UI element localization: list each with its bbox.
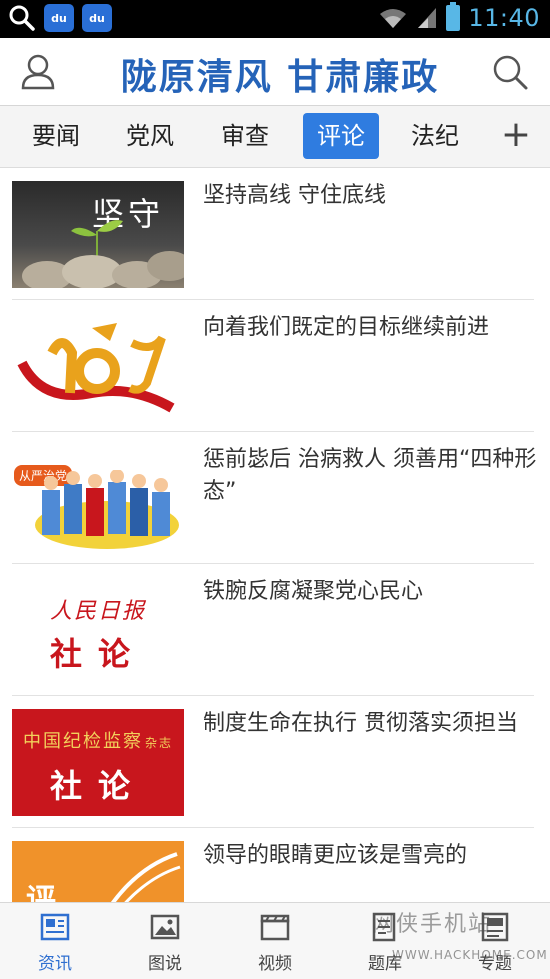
news-icon xyxy=(40,913,70,941)
app-title: 陇原清风 甘肃廉政 xyxy=(120,56,440,98)
list-item[interactable]: 10 向着我们既定的目标继续前进 xyxy=(0,300,550,432)
news-title: 惩前毖后 治病救人 须善用“四种形态” xyxy=(203,447,537,504)
watermark-url: WWW.HACKHOME.COM xyxy=(392,948,548,962)
add-tab-button[interactable]: + xyxy=(498,116,534,156)
brush-stroke-icon xyxy=(110,852,181,902)
sprout-icon xyxy=(71,220,123,257)
anniversary-logo xyxy=(17,323,175,413)
news-title: 制度生命在执行 贯彻落实须担当 xyxy=(203,711,518,736)
list-item[interactable]: 中国纪检监察 杂志 社论 制度生命在执行 贯彻落实须担当 xyxy=(0,696,550,828)
nav-item-pictures[interactable]: 图说 xyxy=(110,903,220,979)
nav-item-news[interactable]: 资讯 xyxy=(0,903,110,979)
signal-icon xyxy=(418,8,437,28)
app-header: 陇原清风 甘肃廉政 xyxy=(0,38,550,106)
news-title: 向着我们既定的目标继续前进 xyxy=(203,315,490,340)
nav-item-video[interactable]: 视频 xyxy=(220,903,330,979)
list-item[interactable]: 坚守 坚持高线 守住底线 xyxy=(0,168,550,300)
news-thumbnail: 从严治党 xyxy=(12,445,184,552)
baidu-paw-icon: du xyxy=(44,4,74,32)
news-title: 坚持高线 守住底线 xyxy=(203,183,386,208)
news-thumbnail: 人民日报 社论 xyxy=(12,577,184,684)
search-icon xyxy=(8,4,36,32)
wifi-icon xyxy=(380,9,407,28)
watermark: 网侠手机站 xyxy=(372,912,493,937)
tab-yaowen[interactable]: 要闻 xyxy=(18,113,94,159)
clock: 11:40 xyxy=(468,4,540,32)
thumbnail-text: 10 xyxy=(12,313,13,314)
baidu-paw-icon: du xyxy=(82,4,112,32)
picture-icon xyxy=(150,914,180,940)
tab-shencha[interactable]: 审查 xyxy=(207,113,283,159)
user-icon[interactable] xyxy=(18,52,58,92)
news-thumbnail: 10 xyxy=(12,313,184,420)
thumbnail-text: 社论 xyxy=(49,635,146,673)
thumbnail-brand: 人民日报 xyxy=(49,599,146,624)
list-item[interactable]: 人民日报 社论 铁腕反腐凝聚党心民心 xyxy=(0,564,550,696)
tab-faji[interactable]: 法纪 xyxy=(397,113,473,159)
thumbnail-brand: 中国纪检监察 杂志 xyxy=(22,731,173,752)
crowd-illustration xyxy=(35,470,179,549)
nav-label: 资讯 xyxy=(38,954,72,974)
news-thumbnail: 评 xyxy=(12,841,184,902)
category-tabs: 要闻 党风 审查 评论 法纪 + xyxy=(0,106,550,168)
tab-dangfeng[interactable]: 党风 xyxy=(112,113,188,159)
list-item[interactable]: 评 领导的眼睛更应该是雪亮的 xyxy=(0,828,550,902)
video-icon xyxy=(260,914,290,941)
nav-label: 视频 xyxy=(258,954,292,974)
battery-icon xyxy=(446,2,461,31)
status-left: du du xyxy=(8,4,112,32)
thumbnail-text: 评 xyxy=(26,883,56,902)
news-title: 铁腕反腐凝聚党心民心 xyxy=(203,579,424,604)
nav-label: 图说 xyxy=(148,954,182,974)
status-right: 11:40 xyxy=(378,2,540,32)
list-item[interactable]: 从严治党 惩前毖后 治病救人 须善用“四种形态” xyxy=(0,432,550,564)
thumbnail-text: 社论 xyxy=(49,767,146,805)
search-icon[interactable] xyxy=(490,52,530,92)
news-list: 坚守 坚持高线 守住底线 10 向着我们既定的目标继续前进 xyxy=(0,168,550,902)
news-title: 领导的眼睛更应该是雪亮的 xyxy=(203,843,468,868)
news-thumbnail: 坚守 xyxy=(12,181,184,288)
status-bar: du du 11:40 xyxy=(0,0,550,38)
tab-pinglun[interactable]: 评论 xyxy=(303,113,379,159)
news-thumbnail: 中国纪检监察 杂志 社论 xyxy=(12,709,184,816)
